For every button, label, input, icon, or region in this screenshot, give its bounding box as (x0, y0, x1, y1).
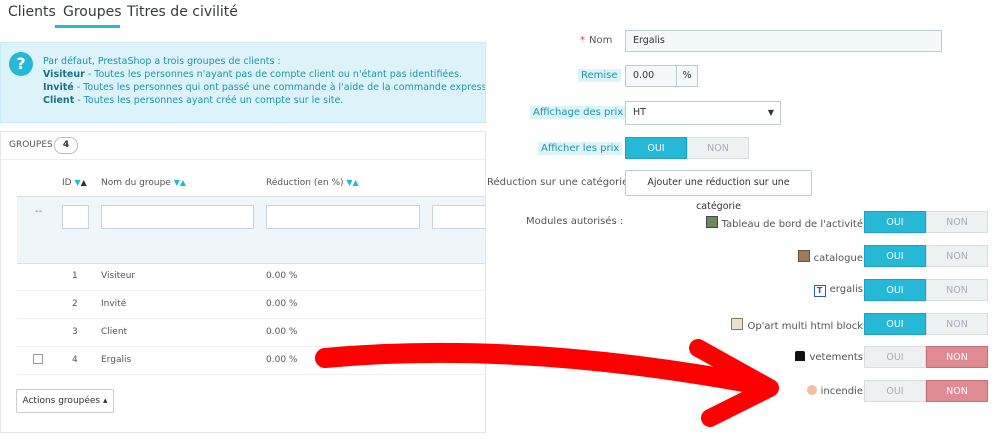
group-count-badge: 4 (54, 137, 78, 154)
row-reduction: 0.00 % (266, 355, 298, 365)
row-reduction: 0.00 % (266, 327, 298, 337)
row-id: 3 (72, 327, 78, 337)
add-category-reduction-button[interactable]: Ajouter une réduction sur une catégorie (625, 170, 812, 212)
price-display-label: Affichage des prix (530, 106, 627, 119)
switch-on[interactable]: OUI (864, 279, 926, 301)
tab-titres-civilite[interactable]: Titres de civilité (127, 4, 238, 20)
module-switch-catalogue[interactable]: OUI NON (864, 245, 988, 267)
switch-on[interactable]: OUI (864, 245, 926, 267)
info-line-client: Client - Toutes les personnes ayant créé… (43, 95, 344, 106)
module-label-ergalis: Tergalis (813, 284, 863, 297)
module-switch-opart[interactable]: OUI NON (864, 313, 988, 335)
switch-on[interactable]: OUI (864, 346, 926, 368)
text-t-icon: T (813, 285, 826, 297)
row-name: Ergalis (101, 355, 132, 365)
category-reduction-label: Réduction sur une catégorie (487, 177, 629, 188)
module-label-incendie: incendie (806, 385, 863, 397)
name-field[interactable]: Ergalis (625, 30, 942, 52)
switch-off[interactable]: NON (926, 346, 988, 368)
module-label-vetements: vetements (795, 351, 863, 363)
module-switch-ergalis[interactable]: OUI NON (864, 279, 988, 301)
active-tab-underline (55, 25, 120, 28)
row-id: 2 (72, 299, 78, 309)
info-alert: ? Par défaut, PrestaShop a trois groupes… (0, 42, 486, 123)
sort-desc-icon[interactable]: ▼▲ (174, 178, 186, 187)
switch-off[interactable]: NON (926, 313, 988, 335)
modules-label: Modules autorisés : (526, 216, 624, 227)
sort-desc-icon[interactable]: ▼▲ (346, 178, 358, 187)
column-header-name[interactable]: Nom du groupe ▼▲ (101, 178, 186, 188)
row-reduction: 0.00 % (266, 299, 298, 309)
switch-on[interactable]: OUI (864, 313, 926, 335)
module-label-catalogue: catalogue (797, 250, 863, 264)
sort-asc-icon[interactable]: ▲ (81, 178, 87, 187)
filter-reduction-input[interactable] (266, 205, 420, 229)
info-line-invite: Invité - Toutes les personnes qui ont pa… (43, 82, 486, 93)
row-id: 4 (72, 355, 78, 365)
help-question-icon: ? (9, 52, 33, 76)
info-line-visiteur: Visiteur - Toutes les personnes n'ayant … (43, 69, 463, 80)
chevron-down-icon: ▼ (767, 108, 774, 117)
filter-id-input[interactable] (62, 205, 89, 229)
table-row[interactable]: 2 Invité 0.00 % (17, 290, 485, 319)
tab-bar: Clients Groupes Titres de civilité (0, 0, 1000, 28)
tab-groupes[interactable]: Groupes (63, 4, 122, 20)
module-switch-dashboard[interactable]: OUI NON (864, 211, 988, 233)
bulk-actions-button[interactable]: Actions groupées ▴ (16, 389, 114, 413)
show-prices-label: Afficher les prix (538, 142, 623, 155)
info-intro: Par défaut, PrestaShop a trois groupes d… (43, 56, 281, 67)
panel-title: GROUPES (9, 140, 53, 150)
row-name: Invité (101, 299, 127, 309)
module-label-dashboard: Tableau de bord de l'activité (705, 216, 863, 230)
row-checkbox[interactable] (33, 354, 43, 364)
fire-hand-icon (806, 385, 817, 395)
filter-dash: -- (35, 206, 43, 217)
filter-name-input[interactable] (101, 205, 254, 229)
discount-label: Remise (578, 69, 621, 82)
tshirt-icon (795, 351, 806, 361)
row-id: 1 (72, 271, 78, 281)
switch-off[interactable]: NON (926, 245, 988, 267)
percent-addon: % (676, 65, 698, 87)
switch-on[interactable]: OUI (864, 211, 926, 233)
tab-clients[interactable]: Clients (8, 4, 56, 20)
catalog-icon (797, 250, 810, 262)
table-row[interactable]: 3 Client 0.00 % (17, 318, 485, 347)
show-prices-switch[interactable]: OUI NON (625, 137, 749, 159)
switch-off[interactable]: NON (926, 279, 988, 301)
dashboard-icon (705, 216, 718, 228)
row-name: Client (101, 327, 128, 337)
filter-extra-input[interactable] (432, 205, 485, 229)
table-row[interactable]: 1 Visiteur 0.00 % (17, 262, 485, 291)
module-label-opart: Op'art multi html block (731, 318, 863, 332)
switch-off[interactable]: NON (926, 211, 988, 233)
html-block-icon (731, 318, 744, 330)
groups-panel: GROUPES 4 ID ▼▲ Nom du groupe ▼▲ Réducti… (0, 131, 486, 433)
switch-off[interactable]: NON (687, 137, 749, 159)
table-row[interactable]: 4 Ergalis 0.00 % (17, 346, 485, 375)
name-label: * Nom (580, 35, 613, 46)
module-switch-vetements[interactable]: OUI NON (864, 346, 988, 368)
price-display-select[interactable]: HT ▼ (625, 101, 781, 125)
filter-row: -- (17, 196, 485, 264)
switch-on[interactable]: OUI (864, 380, 926, 402)
row-reduction: 0.00 % (266, 271, 298, 281)
switch-on[interactable]: OUI (625, 137, 687, 159)
switch-off[interactable]: NON (926, 380, 988, 402)
module-switch-incendie[interactable]: OUI NON (864, 380, 988, 402)
panel-header: GROUPES 4 (1, 132, 485, 160)
row-name: Visiteur (101, 271, 136, 281)
discount-field[interactable]: 0.00 (625, 65, 677, 87)
column-header-id[interactable]: ID ▼▲ (62, 178, 87, 188)
column-header-reduction[interactable]: Réduction (en %) ▼▲ (266, 178, 359, 188)
